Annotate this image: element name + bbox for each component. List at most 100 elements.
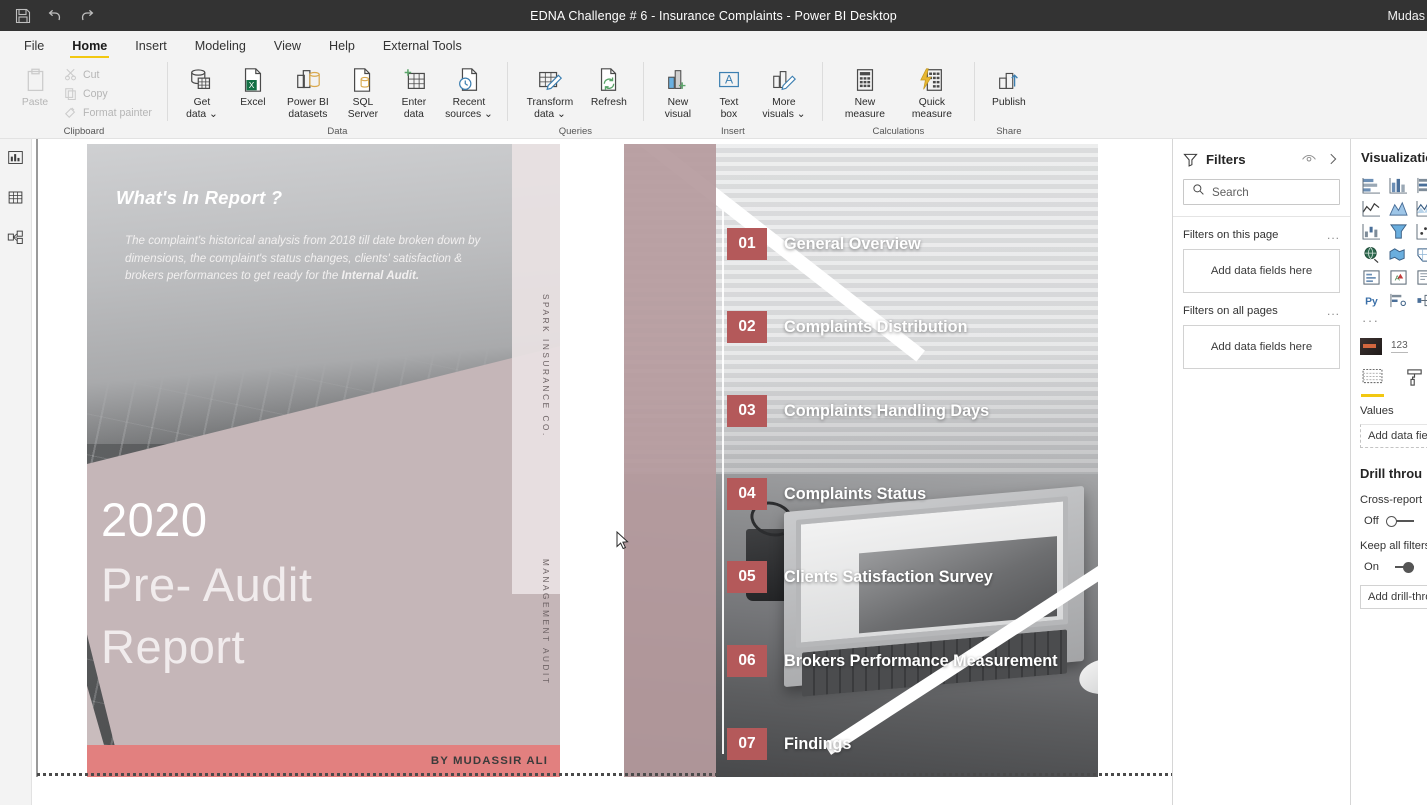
keep-all-filters-label: Keep all filters <box>1360 540 1427 552</box>
new-measure-button[interactable]: New measure <box>832 62 898 120</box>
decomposition-tree-icon[interactable] <box>1414 291 1427 310</box>
filters-on-this-page-title: Filters on this page <box>1183 229 1279 241</box>
globe-map-icon[interactable] <box>1360 245 1382 264</box>
ribbon-group-clipboard: Paste Cut Copy Format painter Clipboard <box>4 58 164 139</box>
text-box-button[interactable]: A Text box <box>704 62 754 120</box>
cross-report-toggle[interactable] <box>1385 515 1414 527</box>
line-and-stacked-column-icon[interactable] <box>1414 199 1427 218</box>
filters-page-menu-icon[interactable]: ... <box>1327 229 1340 241</box>
filters-all-pages-dropzone[interactable]: Add data fields here <box>1183 325 1340 369</box>
quick-measure-label: Quick measure <box>911 97 952 120</box>
toc-item-07[interactable]: 07 Findings <box>727 728 851 760</box>
paint-roller-icon[interactable] <box>1405 368 1424 392</box>
paste-button[interactable]: Paste <box>10 62 60 109</box>
tab-home[interactable]: Home <box>58 35 121 58</box>
ribbon: File Home Insert Modeling View Help Exte… <box>0 31 1427 139</box>
tab-help[interactable]: Help <box>315 35 369 58</box>
refresh-button[interactable]: Refresh <box>584 62 634 109</box>
toc-label-05: Clients Satisfaction Survey <box>784 567 993 586</box>
publish-button[interactable]: Publish <box>984 62 1034 109</box>
toc-number-02: 02 <box>727 311 767 343</box>
card-icon[interactable] <box>1360 268 1382 287</box>
scatter-chart-icon[interactable] <box>1414 222 1427 241</box>
toc-label-02: Complaints Distribution <box>784 317 968 336</box>
line-chart-icon[interactable] <box>1360 199 1382 218</box>
undo-icon[interactable] <box>46 7 64 25</box>
format-swatch-icon[interactable] <box>1360 338 1382 355</box>
slicer-icon[interactable] <box>1414 268 1427 287</box>
redo-icon[interactable] <box>78 7 96 25</box>
copy-button[interactable]: Copy <box>61 85 158 102</box>
enter-data-button[interactable]: Enter data <box>389 62 439 120</box>
powerbi-datasets-button[interactable]: Power BI datasets <box>279 62 337 120</box>
toc-label-03: Complaints Handling Days <box>784 401 990 420</box>
toc-item-06[interactable]: 06 Brokers Performance Measurement <box>727 645 1058 677</box>
ribbon-separator <box>821 62 823 121</box>
tab-file[interactable]: File <box>10 35 58 58</box>
scissors-icon <box>63 67 78 82</box>
chevron-right-icon[interactable] <box>1324 151 1341 168</box>
format-painter-icon <box>63 105 78 120</box>
waterfall-chart-icon[interactable] <box>1360 222 1382 241</box>
group-label-calculations: Calculations <box>872 126 925 137</box>
area-chart-icon[interactable] <box>1387 199 1409 218</box>
excel-button[interactable]: X Excel <box>228 62 278 109</box>
cover-side-panel <box>512 144 560 594</box>
funnel-chart-icon[interactable] <box>1387 222 1409 241</box>
title-bar: EDNA Challenge # 6 - Insurance Complaint… <box>0 0 1427 31</box>
ribbon-separator <box>642 62 644 121</box>
toc-number-04: 04 <box>727 478 767 510</box>
sql-server-button[interactable]: SQL Server <box>338 62 388 120</box>
tab-view[interactable]: View <box>260 35 315 58</box>
report-cover-page[interactable]: SPARK INSURANCE CO. MANAGEMENT AUDIT Wha… <box>87 144 560 777</box>
filters-search-input[interactable]: Search <box>1183 179 1340 205</box>
toc-label-06: Brokers Performance Measurement <box>784 651 1058 670</box>
clustered-bar-chart-icon[interactable] <box>1414 176 1427 195</box>
eye-icon[interactable] <box>1300 151 1317 168</box>
sidebar-item-report-view[interactable] <box>3 147 29 173</box>
multi-row-card-icon[interactable]: A <box>1387 268 1409 287</box>
tab-external-tools[interactable]: External Tools <box>369 35 476 58</box>
sidebar-item-model-view[interactable] <box>3 227 29 253</box>
key-influencers-icon[interactable] <box>1387 291 1409 310</box>
toc-item-03[interactable]: 03 Complaints Handling Days <box>727 395 989 427</box>
refresh-icon <box>595 65 623 95</box>
cut-button[interactable]: Cut <box>61 66 158 83</box>
stacked-column-chart-icon[interactable] <box>1387 176 1409 195</box>
keep-all-filters-toggle[interactable] <box>1386 561 1414 573</box>
python-visual-icon[interactable]: Py <box>1360 291 1382 310</box>
more-visuals-ellipsis-icon[interactable]: ··· <box>1351 310 1427 328</box>
filters-all-pages-menu-icon[interactable]: ... <box>1327 305 1340 317</box>
values-dropzone[interactable]: Add data field <box>1360 424 1427 448</box>
toc-label-01: General Overview <box>784 234 921 253</box>
toc-item-04[interactable]: 04 Complaints Status <box>727 478 926 510</box>
more-visuals-button[interactable]: More visuals ⌄ <box>755 62 813 120</box>
format-painter-button[interactable]: Format painter <box>61 104 158 121</box>
tab-modeling[interactable]: Modeling <box>181 35 260 58</box>
description-plain: The complaint's historical analysis from… <box>125 234 481 283</box>
account-name[interactable]: Mudas <box>1387 0 1427 31</box>
report-contents-page[interactable]: CONTENTS 01 General Overview 02 Complain… <box>624 144 1098 777</box>
sidebar-item-data-view[interactable] <box>3 187 29 213</box>
numeric-format-icon[interactable]: 123 <box>1391 340 1408 353</box>
view-switch-rail <box>0 139 32 805</box>
recent-sources-button[interactable]: Recent sources ⌄ <box>440 62 498 120</box>
get-data-button[interactable]: Get data ⌄ <box>177 62 227 120</box>
toc-label-07: Findings <box>784 734 852 753</box>
filters-page-dropzone[interactable]: Add data fields here <box>1183 249 1340 293</box>
filled-map-icon[interactable] <box>1387 245 1409 264</box>
visual-format-row: 123 <box>1351 328 1427 355</box>
report-canvas[interactable]: SPARK INSURANCE CO. MANAGEMENT AUDIT Wha… <box>32 139 1172 805</box>
toc-item-05[interactable]: 05 Clients Satisfaction Survey <box>727 561 993 593</box>
tab-insert[interactable]: Insert <box>121 35 181 58</box>
stacked-bar-chart-icon[interactable] <box>1360 176 1382 195</box>
save-icon[interactable] <box>14 7 32 25</box>
transform-data-button[interactable]: Transform data ⌄ <box>517 62 583 120</box>
add-drillthrough-dropzone[interactable]: Add drill-throu <box>1360 585 1427 609</box>
quick-measure-button[interactable]: Quick measure <box>899 62 965 120</box>
new-visual-button[interactable]: New visual <box>653 62 703 120</box>
toc-item-02[interactable]: 02 Complaints Distribution <box>727 311 967 343</box>
fields-icon[interactable] <box>1361 368 1384 397</box>
shape-map-icon[interactable] <box>1414 245 1427 264</box>
toc-item-01[interactable]: 01 General Overview <box>727 228 921 260</box>
